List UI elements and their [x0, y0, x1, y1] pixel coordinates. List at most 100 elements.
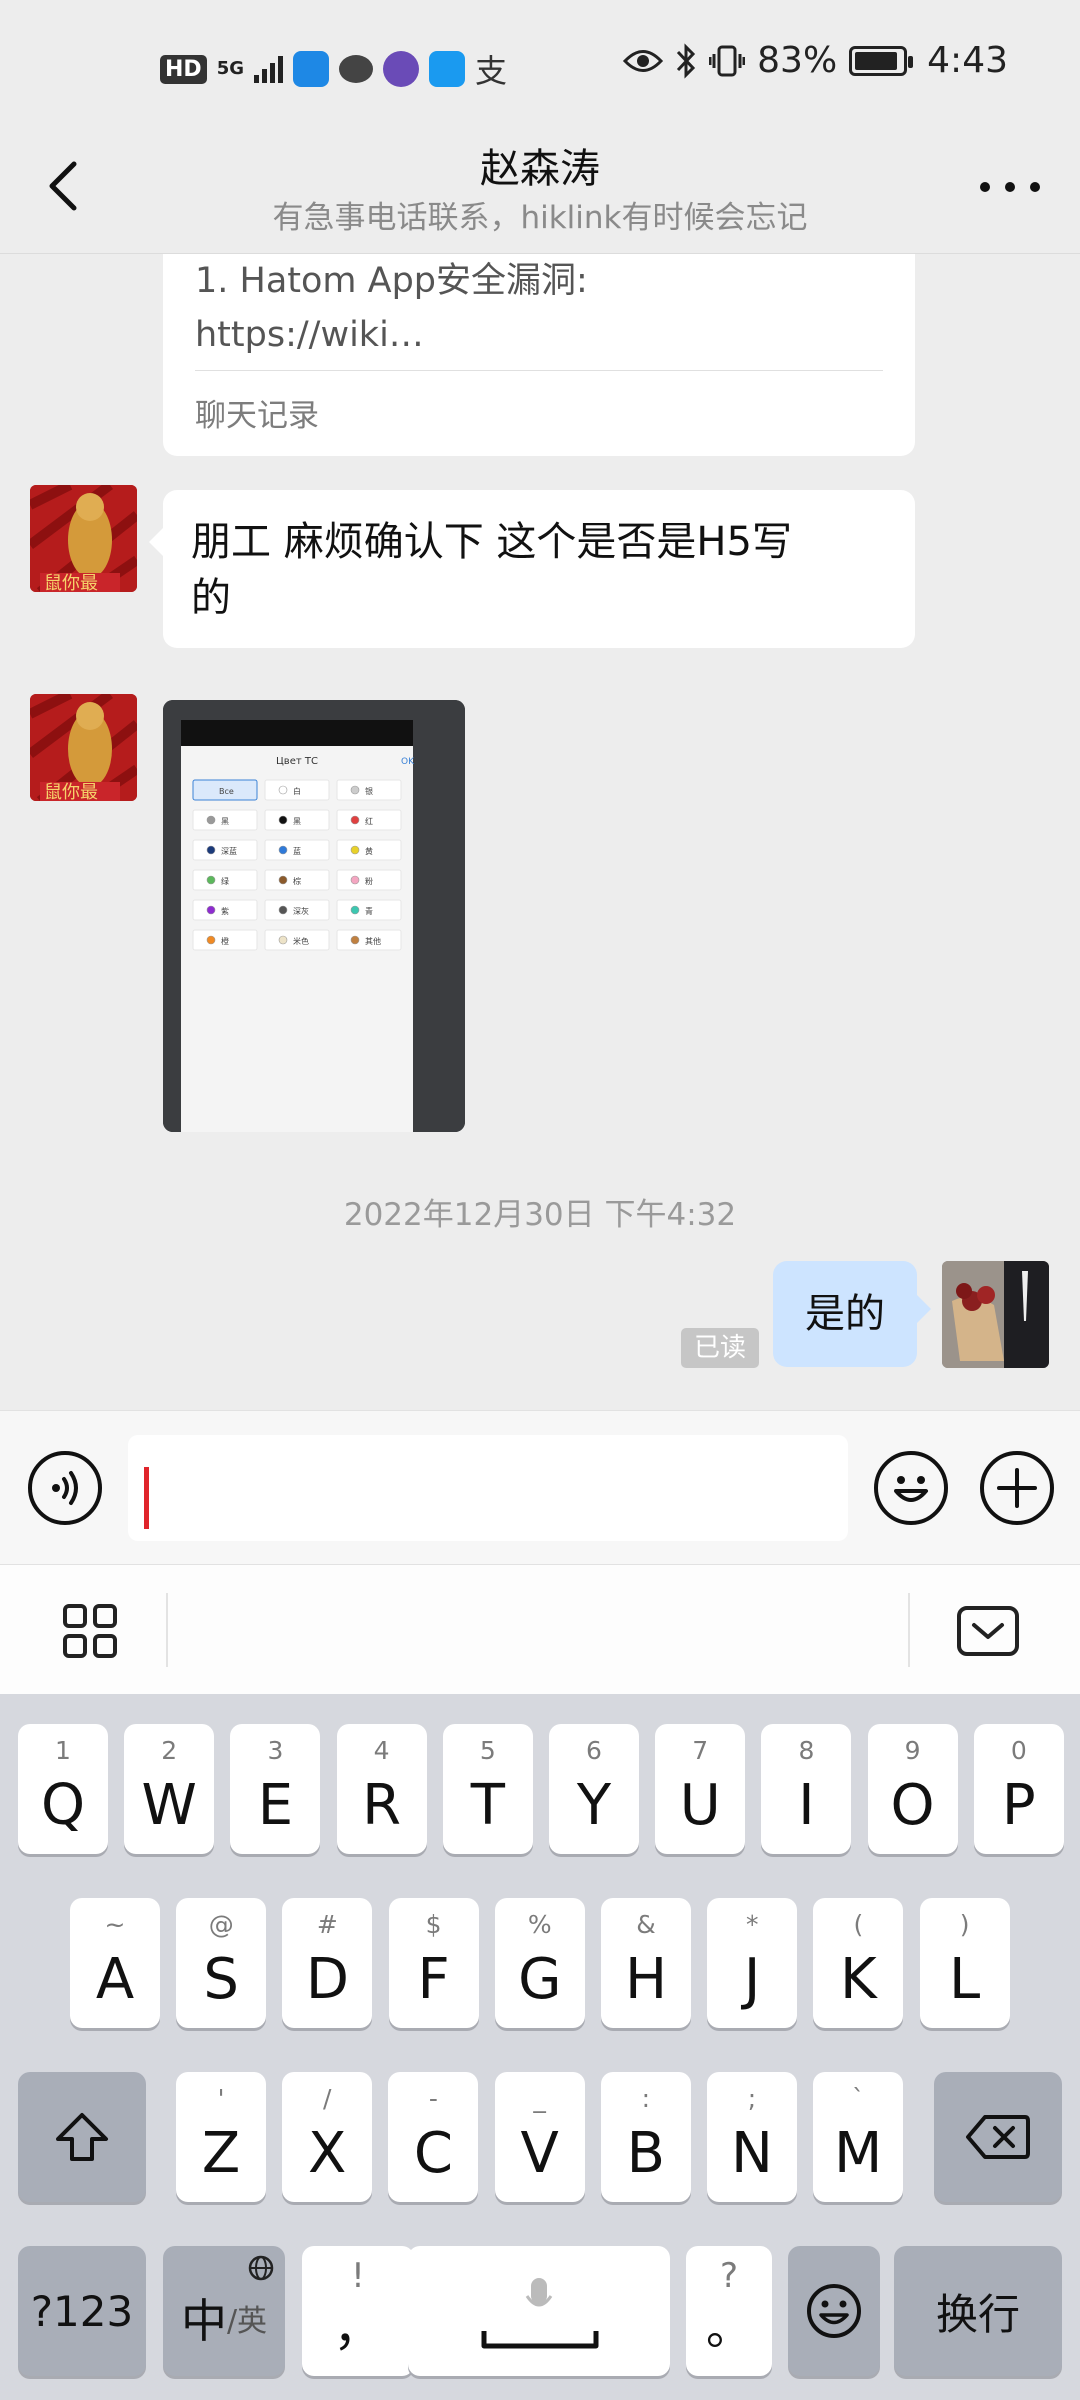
- key-i[interactable]: 8I: [761, 1724, 852, 1854]
- key-j[interactable]: * J: [707, 1898, 798, 2028]
- plus-icon: [997, 1468, 1037, 1508]
- screenshot-option-label: 棕: [293, 876, 301, 886]
- apps-grid-icon[interactable]: [62, 1603, 118, 1659]
- screenshot-ok: OK: [401, 757, 415, 767]
- key-u[interactable]: 7U: [655, 1724, 746, 1854]
- key-d[interactable]: # D: [282, 1898, 373, 2028]
- key-l[interactable]: ) L: [919, 1898, 1010, 2028]
- key-s[interactable]: @ S: [176, 1898, 267, 2028]
- key-hint: (: [853, 1910, 864, 1939]
- key-e[interactable]: 3E: [230, 1724, 321, 1854]
- key-r[interactable]: 4R: [336, 1724, 427, 1854]
- outgoing-message[interactable]: 是的: [773, 1261, 931, 1367]
- key-f[interactable]: $ F: [388, 1898, 479, 2028]
- key-y[interactable]: 6Y: [549, 1724, 639, 1854]
- language-switch-key[interactable]: 中/英: [163, 2246, 285, 2376]
- key-hint: _: [533, 2084, 546, 2113]
- key-w[interactable]: 2W: [124, 1724, 215, 1854]
- screenshot-option-swatch: [278, 905, 288, 915]
- screenshot-option-swatch: [350, 815, 360, 825]
- backspace-key[interactable]: [934, 2072, 1062, 2202]
- toolbar-divider: [166, 1593, 168, 1667]
- key-k[interactable]: (K: [813, 1898, 904, 2028]
- hide-keyboard-icon[interactable]: [956, 1605, 1020, 1657]
- key-c[interactable]: -C: [388, 2072, 479, 2202]
- card-footer-label: 聊天记录: [195, 398, 319, 434]
- battery-icon: [849, 45, 914, 76]
- screenshot-option-label: 白: [293, 786, 301, 796]
- outgoing-message-text: 是的: [805, 1291, 885, 1337]
- chat-history[interactable]: 1. Hatom App安全漏洞: https://wiki… 聊天记录 鼠你最…: [0, 254, 1080, 1410]
- backspace-icon: [966, 2115, 1030, 2159]
- emoji-button[interactable]: [874, 1451, 948, 1525]
- key-a[interactable]: ~ A: [70, 1898, 160, 2028]
- more-options-icon[interactable]: [980, 172, 1040, 202]
- numbers-symbols-key[interactable]: ?123: [18, 2246, 146, 2376]
- incoming-message[interactable]: 朋工 麻烦确认下 这个是否是H5写 的: [149, 490, 915, 648]
- screenshot-option-swatch: [278, 785, 288, 795]
- key-p[interactable]: 0P: [973, 1724, 1064, 1854]
- screenshot-option-label: 红: [365, 816, 373, 826]
- screenshot-title: Цвет ТС: [276, 756, 318, 767]
- key-h[interactable]: & H: [601, 1898, 691, 2028]
- key-hint: %: [527, 1910, 552, 1939]
- screenshot-option-label: 深蓝: [221, 846, 237, 856]
- key-g[interactable]: % G: [494, 1898, 585, 2028]
- my-avatar[interactable]: [942, 1261, 1049, 1368]
- key-label: M: [834, 2121, 883, 2186]
- key-n[interactable]: ; N: [707, 2072, 797, 2202]
- network-type: 5G: [216, 58, 244, 79]
- screenshot-option-label: 橙: [221, 936, 229, 946]
- comma-key[interactable]: ! ，: [302, 2246, 414, 2376]
- soft-keyboard: 1Q2W3E4R5T6Y7U8I9O0P ~ A @ S # D $ F% G & H * J(K) L …: [0, 1694, 1080, 2400]
- key-label: W: [141, 1773, 197, 1838]
- key-b[interactable]: :B: [600, 2072, 691, 2202]
- bluetooth-icon: [677, 42, 696, 79]
- key-label: G: [518, 1947, 562, 2012]
- period-key[interactable]: ? 。: [686, 2246, 772, 2376]
- key-hint: 8: [798, 1736, 815, 1765]
- key-label: A: [95, 1947, 135, 2012]
- contact-signature: 有急事电话联系，hiklink有时候会忘记: [272, 200, 808, 236]
- key-label: F: [417, 1947, 450, 2012]
- key-x[interactable]: / X: [282, 2072, 373, 2202]
- read-status-badge: 已读: [681, 1328, 759, 1368]
- voice-input-button[interactable]: [28, 1451, 102, 1525]
- message-input[interactable]: [128, 1435, 848, 1541]
- svg-text:鼠你最: 鼠你最: [44, 573, 98, 592]
- screenshot-option-label: 紫: [221, 907, 229, 916]
- key-t[interactable]: 5T: [442, 1724, 533, 1854]
- screenshot-option-label: 粉: [365, 876, 373, 886]
- screenshot-option-swatch: [350, 875, 360, 885]
- key-label: L: [948, 1947, 981, 2012]
- screenshot-option-swatch: [278, 935, 288, 945]
- key-v[interactable]: _ V: [494, 2072, 585, 2202]
- contact-avatar[interactable]: 鼠你最: [30, 485, 137, 592]
- shift-key[interactable]: [18, 2072, 146, 2202]
- message-text-line-2: 的: [191, 575, 231, 621]
- emoji-smiley-icon: [807, 2284, 861, 2338]
- key-q[interactable]: 1Q: [18, 1724, 108, 1854]
- weather-app-icon: [293, 51, 329, 87]
- card-line-2: https://wiki…: [195, 315, 424, 355]
- image-message[interactable]: Цвет ТС OK Все 白 银黑 黑 红深蓝 蓝 黄绿 棕 粉紫 深灰 青橙 米色 其他: [163, 700, 465, 1132]
- more-functions-button[interactable]: [980, 1451, 1054, 1525]
- key-label: V: [520, 2121, 559, 2186]
- key-hint: `: [851, 2084, 865, 2113]
- key-label: S: [203, 1947, 239, 2012]
- key-label: U: [679, 1773, 721, 1838]
- space-key[interactable]: [408, 2246, 670, 2376]
- screenshot-option-swatch: [278, 875, 288, 885]
- enter-key[interactable]: 换行: [894, 2246, 1062, 2376]
- key-z[interactable]: ' Z: [176, 2072, 266, 2202]
- emoji-key[interactable]: [788, 2246, 880, 2376]
- messages-icon: [339, 55, 373, 83]
- key-m[interactable]: ` M: [813, 2072, 904, 2202]
- key-o[interactable]: 9O: [867, 1724, 958, 1854]
- key-label: O: [890, 1773, 935, 1838]
- contact-avatar[interactable]: 鼠你最: [30, 694, 137, 801]
- key-hint: 0: [1010, 1736, 1027, 1765]
- key-hint: 4: [373, 1736, 390, 1765]
- key-label: T: [470, 1773, 505, 1838]
- chat-record-card[interactable]: 1. Hatom App安全漏洞: https://wiki… 聊天记录: [163, 254, 915, 456]
